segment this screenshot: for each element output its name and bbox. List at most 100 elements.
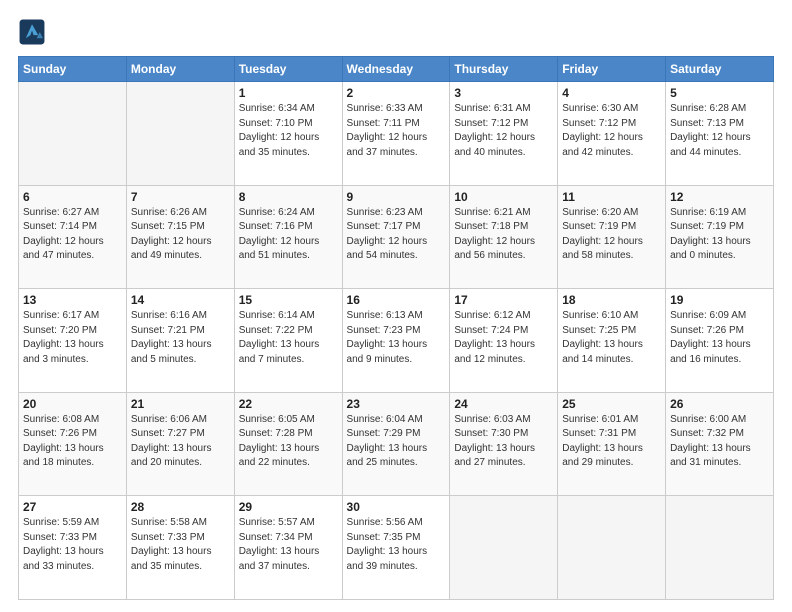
day-info: Sunrise: 6:23 AMSunset: 7:17 PMDaylight:…: [347, 206, 446, 264]
calendar-cell: 8 Sunrise: 6:24 AMSunset: 7:16 PMDaylight…: [234, 185, 342, 289]
day-info: Sunrise: 6:00 AMSunset: 7:32 PMDaylight:…: [670, 413, 769, 471]
day-info: Sunrise: 6:14 AMSunset: 7:22 PMDaylight:…: [239, 309, 338, 367]
weekday-header-row: SundayMondayTuesdayWednesdayThursdayFrid…: [19, 57, 774, 82]
calendar-cell: [666, 496, 774, 600]
calendar-cell: 17 Sunrise: 6:12 AMSunset: 7:24 PMDayligh…: [450, 289, 558, 393]
calendar-cell: 12 Sunrise: 6:19 AMSunset: 7:19 PMDayligh…: [666, 185, 774, 289]
day-info: Sunrise: 6:08 AMSunset: 7:26 PMDaylight:…: [23, 413, 122, 471]
week-row-5: 27 Sunrise: 5:59 AMSunset: 7:33 PMDayligh…: [19, 496, 774, 600]
calendar-cell: 7 Sunrise: 6:26 AMSunset: 7:15 PMDaylight…: [126, 185, 234, 289]
day-number: 9: [347, 190, 446, 204]
week-row-1: 1 Sunrise: 6:34 AMSunset: 7:10 PMDaylight…: [19, 82, 774, 186]
weekday-sunday: Sunday: [19, 57, 127, 82]
day-number: 13: [23, 293, 122, 307]
weekday-friday: Friday: [558, 57, 666, 82]
day-number: 15: [239, 293, 338, 307]
day-number: 8: [239, 190, 338, 204]
day-number: 3: [454, 86, 553, 100]
day-number: 2: [347, 86, 446, 100]
day-info: Sunrise: 6:12 AMSunset: 7:24 PMDaylight:…: [454, 309, 553, 367]
day-info: Sunrise: 6:30 AMSunset: 7:12 PMDaylight:…: [562, 102, 661, 160]
calendar-cell: 4 Sunrise: 6:30 AMSunset: 7:12 PMDaylight…: [558, 82, 666, 186]
calendar-cell: 19 Sunrise: 6:09 AMSunset: 7:26 PMDayligh…: [666, 289, 774, 393]
day-number: 18: [562, 293, 661, 307]
calendar-cell: 28Sunrise: 5:58 AMSunset: 7:33 PMDayligh…: [126, 496, 234, 600]
weekday-thursday: Thursday: [450, 57, 558, 82]
calendar-cell: [19, 82, 127, 186]
day-number: 21: [131, 397, 230, 411]
week-row-4: 20 Sunrise: 6:08 AMSunset: 7:26 PMDayligh…: [19, 392, 774, 496]
day-number: 28: [131, 500, 230, 514]
day-info: Sunrise: 6:10 AMSunset: 7:25 PMDaylight:…: [562, 309, 661, 367]
day-info: Sunrise: 6:06 AMSunset: 7:27 PMDaylight:…: [131, 413, 230, 471]
day-info: Sunrise: 6:27 AMSunset: 7:14 PMDaylight:…: [23, 206, 122, 264]
day-number: 27: [23, 500, 122, 514]
day-number: 22: [239, 397, 338, 411]
calendar-cell: 15 Sunrise: 6:14 AMSunset: 7:22 PMDayligh…: [234, 289, 342, 393]
calendar-cell: 27 Sunrise: 5:59 AMSunset: 7:33 PMDayligh…: [19, 496, 127, 600]
calendar-cell: 2 Sunrise: 6:33 AMSunset: 7:11 PMDaylight…: [342, 82, 450, 186]
day-number: 14: [131, 293, 230, 307]
calendar-table: SundayMondayTuesdayWednesdayThursdayFrid…: [18, 56, 774, 600]
day-info: Sunrise: 6:01 AMSunset: 7:31 PMDaylight:…: [562, 413, 661, 471]
calendar-cell: 1 Sunrise: 6:34 AMSunset: 7:10 PMDaylight…: [234, 82, 342, 186]
day-info: Sunrise: 6:24 AMSunset: 7:16 PMDaylight:…: [239, 206, 338, 264]
calendar-cell: 18 Sunrise: 6:10 AMSunset: 7:25 PMDayligh…: [558, 289, 666, 393]
day-number: 23: [347, 397, 446, 411]
calendar-cell: 26Sunrise: 6:00 AMSunset: 7:32 PMDayligh…: [666, 392, 774, 496]
day-number: 11: [562, 190, 661, 204]
day-number: 1: [239, 86, 338, 100]
day-number: 4: [562, 86, 661, 100]
calendar-cell: 30Sunrise: 5:56 AMSunset: 7:35 PMDayligh…: [342, 496, 450, 600]
calendar-cell: 22 Sunrise: 6:05 AMSunset: 7:28 PMDayligh…: [234, 392, 342, 496]
page: SundayMondayTuesdayWednesdayThursdayFrid…: [0, 0, 792, 612]
logo: [18, 18, 50, 46]
weekday-wednesday: Wednesday: [342, 57, 450, 82]
day-info: Sunrise: 6:16 AMSunset: 7:21 PMDaylight:…: [131, 309, 230, 367]
day-info: Sunrise: 6:20 AMSunset: 7:19 PMDaylight:…: [562, 206, 661, 264]
day-info: Sunrise: 6:03 AMSunset: 7:30 PMDaylight:…: [454, 413, 553, 471]
day-number: 20: [23, 397, 122, 411]
day-info: Sunrise: 6:05 AMSunset: 7:28 PMDaylight:…: [239, 413, 338, 471]
calendar-cell: 5 Sunrise: 6:28 AMSunset: 7:13 PMDaylight…: [666, 82, 774, 186]
day-info: Sunrise: 6:34 AMSunset: 7:10 PMDaylight:…: [239, 102, 338, 160]
day-info: Sunrise: 6:09 AMSunset: 7:26 PMDaylight:…: [670, 309, 769, 367]
day-info: Sunrise: 6:26 AMSunset: 7:15 PMDaylight:…: [131, 206, 230, 264]
weekday-monday: Monday: [126, 57, 234, 82]
calendar-cell: 16 Sunrise: 6:13 AMSunset: 7:23 PMDayligh…: [342, 289, 450, 393]
logo-icon: [18, 18, 46, 46]
weekday-saturday: Saturday: [666, 57, 774, 82]
day-number: 10: [454, 190, 553, 204]
weekday-tuesday: Tuesday: [234, 57, 342, 82]
week-row-2: 6 Sunrise: 6:27 AMSunset: 7:14 PMDaylight…: [19, 185, 774, 289]
day-info: Sunrise: 6:17 AMSunset: 7:20 PMDaylight:…: [23, 309, 122, 367]
day-number: 29: [239, 500, 338, 514]
day-number: 7: [131, 190, 230, 204]
day-info: Sunrise: 5:57 AMSunset: 7:34 PMDaylight:…: [239, 516, 338, 574]
day-info: Sunrise: 6:31 AMSunset: 7:12 PMDaylight:…: [454, 102, 553, 160]
day-info: Sunrise: 6:04 AMSunset: 7:29 PMDaylight:…: [347, 413, 446, 471]
day-info: Sunrise: 6:13 AMSunset: 7:23 PMDaylight:…: [347, 309, 446, 367]
day-number: 24: [454, 397, 553, 411]
calendar-cell: [126, 82, 234, 186]
calendar-cell: 20 Sunrise: 6:08 AMSunset: 7:26 PMDayligh…: [19, 392, 127, 496]
calendar-cell: 11 Sunrise: 6:20 AMSunset: 7:19 PMDayligh…: [558, 185, 666, 289]
calendar-cell: 24 Sunrise: 6:03 AMSunset: 7:30 PMDayligh…: [450, 392, 558, 496]
day-number: 19: [670, 293, 769, 307]
day-number: 5: [670, 86, 769, 100]
day-number: 17: [454, 293, 553, 307]
day-number: 12: [670, 190, 769, 204]
calendar-cell: 6 Sunrise: 6:27 AMSunset: 7:14 PMDaylight…: [19, 185, 127, 289]
day-info: Sunrise: 6:33 AMSunset: 7:11 PMDaylight:…: [347, 102, 446, 160]
day-number: 16: [347, 293, 446, 307]
calendar-cell: 25Sunrise: 6:01 AMSunset: 7:31 PMDayligh…: [558, 392, 666, 496]
calendar-cell: 23 Sunrise: 6:04 AMSunset: 7:29 PMDayligh…: [342, 392, 450, 496]
calendar-cell: 21 Sunrise: 6:06 AMSunset: 7:27 PMDayligh…: [126, 392, 234, 496]
day-info: Sunrise: 6:28 AMSunset: 7:13 PMDaylight:…: [670, 102, 769, 160]
day-info: Sunrise: 6:19 AMSunset: 7:19 PMDaylight:…: [670, 206, 769, 264]
calendar-cell: 14 Sunrise: 6:16 AMSunset: 7:21 PMDayligh…: [126, 289, 234, 393]
calendar-cell: 10Sunrise: 6:21 AMSunset: 7:18 PMDayligh…: [450, 185, 558, 289]
day-info: Sunrise: 5:59 AMSunset: 7:33 PMDaylight:…: [23, 516, 122, 574]
day-number: 6: [23, 190, 122, 204]
header: [18, 18, 774, 46]
